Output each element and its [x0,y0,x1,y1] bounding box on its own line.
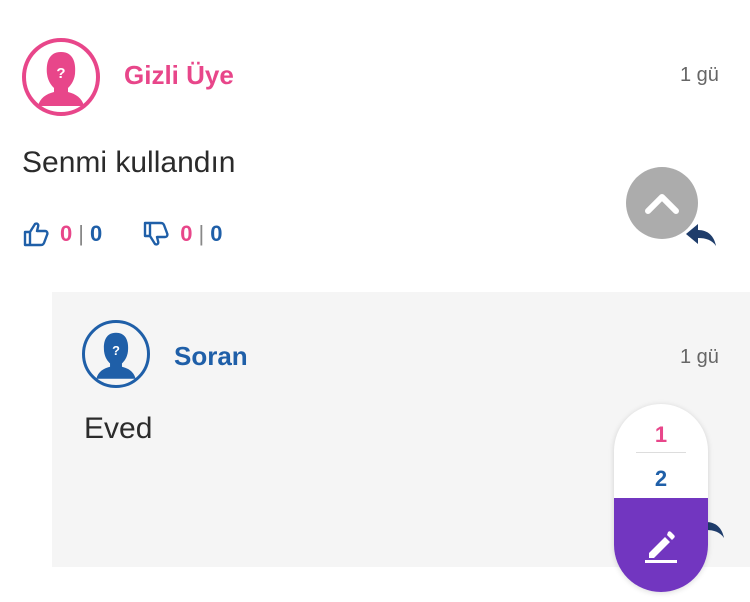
dislike-count-b: 0 [210,221,223,246]
like-button[interactable]: 0 | 0 [22,220,102,248]
reply-avatar[interactable]: ? [82,320,150,388]
dislike-button[interactable]: 0 | 0 [142,220,222,248]
page-2-button[interactable]: 2 [614,466,708,492]
comment-text: Senmi kullandın [22,146,236,179]
thumbs-down-icon [144,221,169,246]
comment-avatar[interactable]: ? [22,38,100,116]
page-divider [636,452,686,453]
comment-time: 1 gü [680,64,719,86]
reply-time: 1 gü [680,346,719,368]
svg-text:?: ? [112,343,120,358]
pencil-icon [645,531,677,563]
dislike-count-a: 0 [180,221,193,246]
edit-button[interactable] [614,498,708,592]
anonymous-user-icon: ? [96,332,136,379]
reply-author[interactable]: Soran [174,341,248,372]
chevron-up-icon [645,194,679,214]
thumbs-up-icon [23,222,49,247]
comment-votes: 0 | 0 0 | 0 [22,220,222,248]
svg-text:?: ? [56,65,65,82]
like-count-a: 0 [60,221,73,246]
page-selector: 1 2 [614,404,708,592]
vote-separator: | [78,221,84,246]
scroll-up-button[interactable] [626,167,698,239]
like-count-b: 0 [89,221,103,246]
vote-separator: | [198,221,205,246]
page-1-button[interactable]: 1 [614,422,708,448]
comment-author[interactable]: Gizli Üye [124,60,234,91]
reply-text: Eved [84,412,153,445]
anonymous-user-icon: ? [38,52,84,106]
